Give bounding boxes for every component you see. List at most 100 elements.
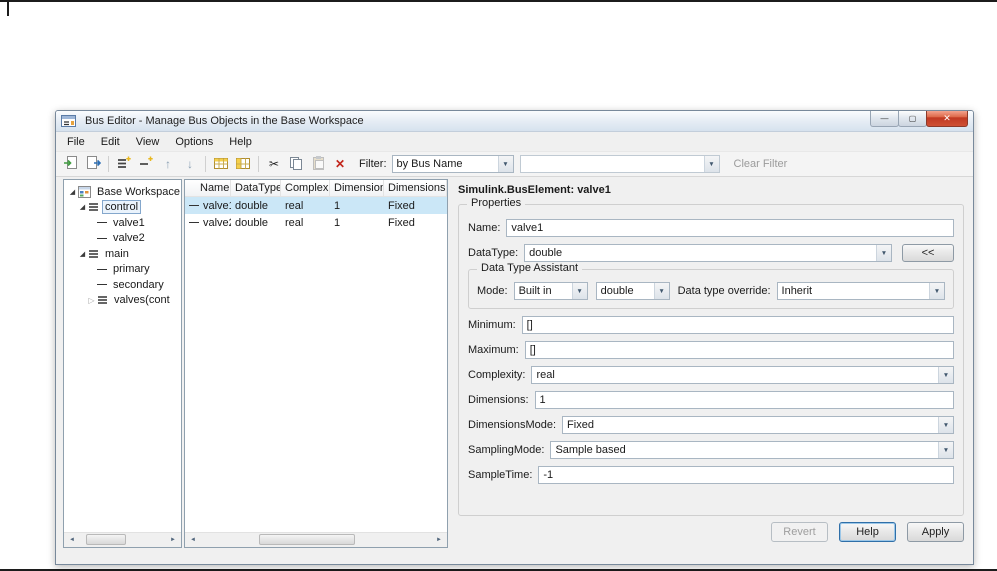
column-header-complexity[interactable]: Complexity xyxy=(281,180,330,196)
tree-item-control[interactable]: ◢ control xyxy=(64,200,181,216)
expander-expanded-icon[interactable]: ◢ xyxy=(77,203,88,211)
chevron-down-icon: ▼ xyxy=(876,245,891,261)
data-type-override-combobox[interactable]: Inherit ▼ xyxy=(776,282,945,300)
properties-group-label: Properties xyxy=(467,197,526,209)
table-horizontal-scrollbar[interactable]: ◄ ► xyxy=(185,532,447,547)
caption-buttons: — ▢ ✕ xyxy=(870,110,968,132)
scrollbar-track[interactable] xyxy=(80,533,165,547)
table-row-valve1[interactable]: — valve1 double real 1 Fixed xyxy=(185,197,447,214)
samplingmode-combobox[interactable]: Sample based ▼ xyxy=(550,441,954,459)
mode-combobox[interactable]: Built in ▼ xyxy=(513,282,588,300)
tree-item-main[interactable]: ◢ main xyxy=(64,246,181,262)
toolbar: ↑ ↓ ✂ ✕ Filter: by Bus Name ▼ ▼ Clear Fi… xyxy=(56,151,973,177)
statusbar xyxy=(56,548,973,564)
minimum-input[interactable]: [] xyxy=(521,316,954,334)
name-label: Name: xyxy=(468,222,501,234)
name-input[interactable]: valve1 xyxy=(506,219,954,237)
menu-file[interactable]: File xyxy=(59,134,93,150)
scrollbar-thumb[interactable] xyxy=(86,534,126,545)
menu-view[interactable]: View xyxy=(128,134,168,150)
chevron-down-icon: ▼ xyxy=(938,442,953,458)
export-button[interactable] xyxy=(83,154,103,174)
expander-expanded-icon[interactable]: ◢ xyxy=(77,250,88,258)
element-icon: — xyxy=(97,263,107,275)
move-up-button[interactable]: ↑ xyxy=(158,154,178,174)
menu-help[interactable]: Help xyxy=(221,134,260,150)
paste-button[interactable] xyxy=(308,154,328,174)
minimize-button[interactable]: — xyxy=(870,110,899,127)
expander-expanded-icon[interactable]: ◢ xyxy=(67,188,78,196)
add-element-icon xyxy=(138,155,154,174)
tree-item-base-workspace[interactable]: ◢ Base Workspace xyxy=(64,184,181,200)
delete-button[interactable]: ✕ xyxy=(330,154,350,174)
add-bus-element-button[interactable] xyxy=(136,154,156,174)
window-title: Bus Editor - Manage Bus Objects in the B… xyxy=(85,115,364,127)
close-icon: ✕ xyxy=(943,112,951,123)
cell-dimensions: 1 xyxy=(334,199,341,212)
datatype-combobox[interactable]: double ▼ xyxy=(524,244,892,262)
data-type-assistant-group: Data Type Assistant Mode: Built in ▼ dou… xyxy=(468,262,954,309)
scroll-left-button[interactable]: ◄ xyxy=(64,533,80,547)
column-header-datatype[interactable]: DataType xyxy=(231,180,281,196)
filter-type-select[interactable]: by Bus Name ▼ xyxy=(391,155,514,173)
assistant-type-combobox[interactable]: double ▼ xyxy=(595,282,670,300)
filter-type-value: by Bus Name xyxy=(396,158,463,170)
tree-item-secondary[interactable]: — secondary xyxy=(64,277,181,293)
dimensions-input[interactable]: 1 xyxy=(534,391,954,409)
revert-button[interactable]: Revert xyxy=(771,522,828,542)
column-header-name[interactable]: Name xyxy=(185,180,231,196)
expander-collapsed-icon[interactable]: ▷ xyxy=(86,296,97,305)
cut-icon: ✂ xyxy=(268,157,280,171)
scroll-left-button[interactable]: ◄ xyxy=(185,533,201,547)
clear-filter-button[interactable]: Clear Filter xyxy=(734,158,788,170)
filter-text-combobox[interactable]: ▼ xyxy=(519,155,720,173)
maximize-button[interactable]: ▢ xyxy=(898,110,927,127)
content-area: ◢ Base Workspace ◢ control — valve1 — va… xyxy=(56,178,973,548)
element-icon: — xyxy=(97,217,107,229)
dimensionsmode-combobox[interactable]: Fixed ▼ xyxy=(562,416,954,434)
cut-button[interactable]: ✂ xyxy=(264,154,284,174)
close-button[interactable]: ✕ xyxy=(926,110,968,127)
collapse-assistant-button[interactable]: << xyxy=(902,244,954,262)
show-cells-button[interactable] xyxy=(211,154,231,174)
maximum-input[interactable]: [] xyxy=(524,341,954,359)
scroll-right-icon: ► xyxy=(436,537,442,543)
add-bus-icon xyxy=(116,155,132,174)
move-up-icon: ↑ xyxy=(165,157,171,171)
samplingmode-label: SamplingMode: xyxy=(468,444,545,456)
cell-name: valve1 xyxy=(203,199,231,212)
help-button[interactable]: Help xyxy=(839,522,896,542)
move-down-button[interactable]: ↓ xyxy=(180,154,200,174)
show-hierarchy-button[interactable] xyxy=(233,154,253,174)
page-top-border xyxy=(0,0,997,2)
sampletime-input[interactable]: -1 xyxy=(538,466,954,484)
scrollbar-thumb[interactable] xyxy=(259,534,355,545)
table-grid-icon xyxy=(213,156,229,173)
bus-editor-app-icon xyxy=(61,114,76,128)
tree-item-primary[interactable]: — primary xyxy=(64,262,181,278)
column-header-dimensions[interactable]: Dimensions xyxy=(330,180,384,196)
tree-item-valves[interactable]: ▷ valves(cont xyxy=(64,293,181,309)
copy-button[interactable] xyxy=(286,154,306,174)
tree-item-valve2[interactable]: — valve2 xyxy=(64,231,181,247)
add-bus-button[interactable] xyxy=(114,154,134,174)
tree-item-valve1[interactable]: — valve1 xyxy=(64,215,181,231)
scroll-right-icon: ► xyxy=(170,537,176,543)
filter-text-value xyxy=(521,156,704,172)
scroll-right-button[interactable]: ► xyxy=(431,533,447,547)
bus-icon xyxy=(97,295,108,305)
menu-edit[interactable]: Edit xyxy=(93,134,128,150)
bus-icon xyxy=(88,249,99,259)
import-button[interactable] xyxy=(61,154,81,174)
scrollbar-track[interactable] xyxy=(201,533,431,547)
menu-options[interactable]: Options xyxy=(167,134,221,150)
column-header-dimensionsmode[interactable]: DimensionsMode xyxy=(384,180,447,196)
titlebar[interactable]: Bus Editor - Manage Bus Objects in the B… xyxy=(56,110,973,132)
chevron-down-icon: ▼ xyxy=(929,283,944,299)
table-row-valve2[interactable]: — valve2 double real 1 Fixed xyxy=(185,214,447,231)
element-icon: — xyxy=(189,200,199,211)
tree-horizontal-scrollbar[interactable]: ◄ ► xyxy=(64,532,181,547)
scroll-right-button[interactable]: ► xyxy=(165,533,181,547)
apply-button[interactable]: Apply xyxy=(907,522,964,542)
complexity-combobox[interactable]: real ▼ xyxy=(531,366,954,384)
